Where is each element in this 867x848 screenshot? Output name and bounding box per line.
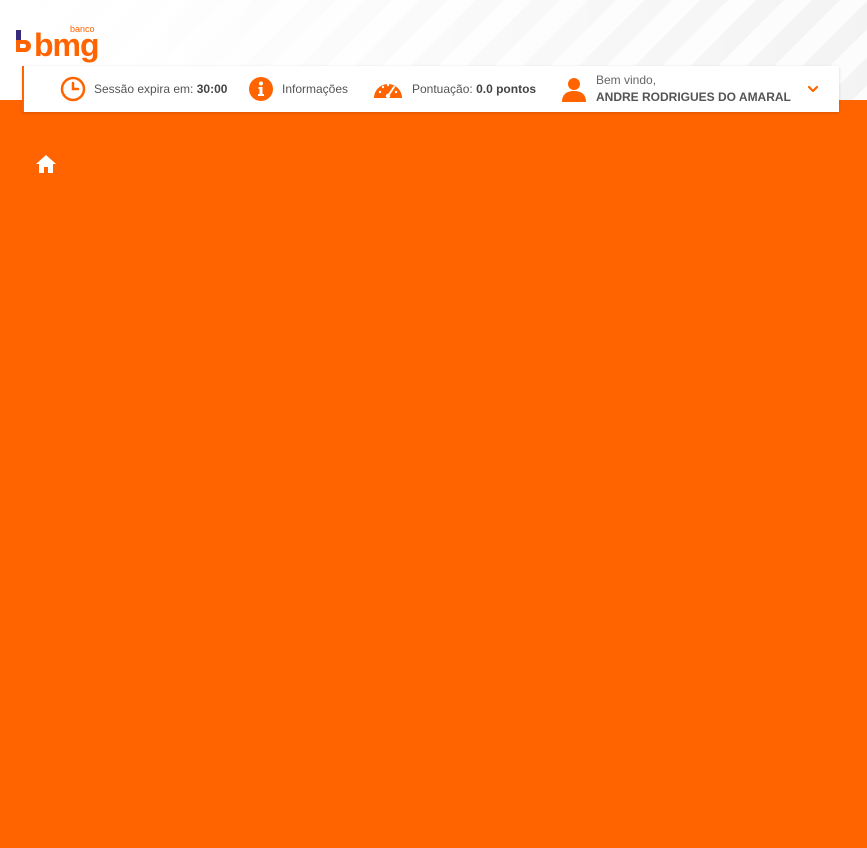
home-icon[interactable] (35, 154, 57, 174)
top-info-bar: Sessão expira em: 30:00 Informações Pont… (22, 66, 839, 112)
score-value: 0.0 pontos (476, 82, 537, 96)
bank-logo[interactable]: banco bmg (14, 24, 106, 64)
session-timer: Sessão expira em: 30:00 (60, 66, 227, 112)
score-display: Pontuação: 0.0 pontos (372, 66, 536, 112)
welcome-text: Bem vindo, (596, 73, 657, 87)
session-label: Sessão expira em: (94, 82, 194, 96)
info-label: Informações (282, 82, 349, 96)
clock-icon (60, 76, 86, 102)
info-icon (249, 77, 273, 101)
user-name: ANDRE RODRIGUES DO AMARAL (596, 90, 791, 104)
logo-main-text: bmg (34, 27, 100, 63)
score-label: Pontuação: (412, 82, 473, 96)
logo-mark-icon (16, 30, 31, 52)
info-link[interactable]: Informações (248, 66, 348, 112)
user-icon (562, 78, 586, 102)
session-value: 30:00 (196, 82, 228, 96)
chevron-down-icon[interactable] (806, 82, 820, 96)
speedometer-icon (374, 83, 402, 99)
user-menu[interactable]: Bem vindo, ANDRE RODRIGUES DO AMARAL (560, 66, 791, 112)
